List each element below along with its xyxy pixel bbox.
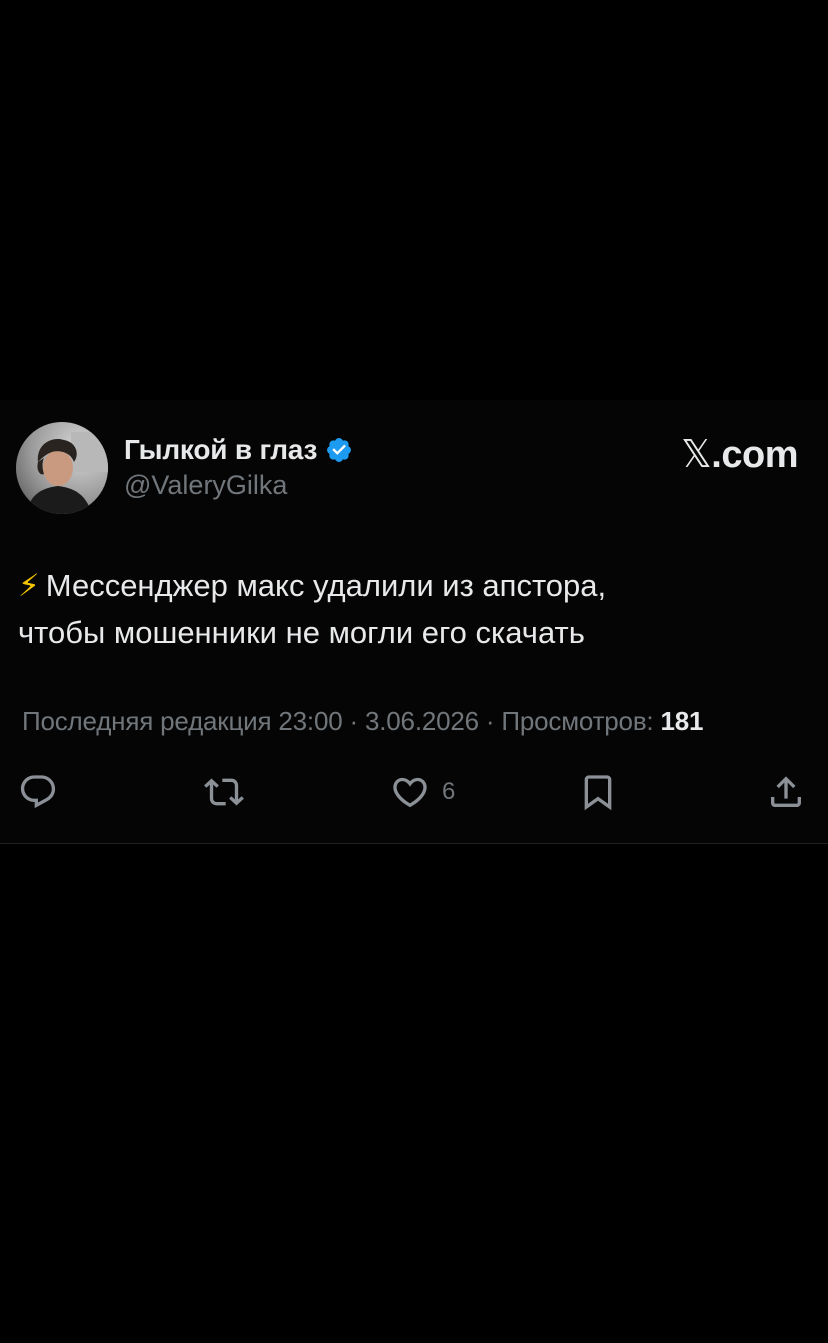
retweet-icon xyxy=(204,778,244,806)
tweet-card: Гылкой в глаз @ValeryGilka 𝕏.com ⚡ Мессен… xyxy=(0,400,828,844)
like-count: 6 xyxy=(442,778,456,805)
reply-icon xyxy=(20,775,56,809)
lightning-icon: ⚡ xyxy=(18,568,40,603)
profile-photo xyxy=(16,422,108,514)
share-button[interactable] xyxy=(766,770,806,814)
edit-time[interactable]: 23:00 xyxy=(278,706,342,736)
tweet-line-1-text: Мессенджер макс удалили из апстора, xyxy=(45,568,607,603)
bookmark-button[interactable] xyxy=(578,770,618,814)
author-handle[interactable]: @ValeryGilka xyxy=(124,470,287,501)
brand-suffix: .com xyxy=(711,434,798,476)
action-bar: 6 xyxy=(0,770,828,814)
author-display-name[interactable]: Гылкой в глаз xyxy=(124,434,317,466)
heart-icon xyxy=(393,777,427,808)
author-name-row[interactable]: Гылкой в глаз xyxy=(124,430,353,470)
share-icon xyxy=(771,776,801,807)
x-logo-icon: 𝕏 xyxy=(681,432,712,476)
reply-button[interactable] xyxy=(18,770,58,814)
tweet-text: ⚡ Мессенджер макс удалили из апстора, что… xyxy=(18,562,808,656)
edit-date[interactable]: 3.06.2026 xyxy=(365,706,479,736)
retweet-button[interactable] xyxy=(204,770,244,814)
tweet-line-2: чтобы мошенники не могли его скачать xyxy=(18,615,585,650)
avatar[interactable] xyxy=(16,422,108,514)
bookmark-icon xyxy=(584,775,612,811)
views-count: 181 xyxy=(660,706,704,736)
meta-separator: · xyxy=(485,706,495,736)
edit-label[interactable]: Последняя редакция xyxy=(22,706,272,736)
meta-separator: · xyxy=(349,706,359,736)
verified-badge-icon xyxy=(327,438,352,462)
like-button[interactable]: 6 xyxy=(390,770,455,814)
tweet-meta: Последняя редакция 23:00 · 3.06.2026 · П… xyxy=(22,706,703,737)
x-com-logo: 𝕏.com xyxy=(681,432,798,477)
views-label: Просмотров: xyxy=(501,706,654,736)
tweet-line-1: ⚡ Мессенджер макс удалили из апстора, xyxy=(18,562,808,609)
